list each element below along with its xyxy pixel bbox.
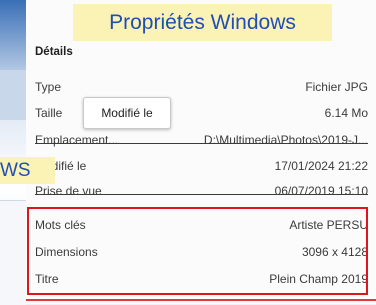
details-header: Détails [35, 46, 73, 58]
background-window-element [0, 70, 27, 120]
detail-value: D:\Multimedia\Photos\2019-J... [203, 133, 368, 147]
detail-value: 6.14 Mo [324, 106, 368, 120]
highlight-box [27, 207, 368, 295]
background-window-element [0, 200, 26, 305]
detail-value: Fichier JPG [305, 80, 368, 94]
bottom-edge-line [26, 299, 376, 301]
detail-label: Type [35, 80, 62, 94]
detail-label: Prise de vue [35, 184, 102, 198]
detail-row-location: Emplacement... D:\Multimedia\Photos\2019… [35, 133, 368, 153]
title-banner: Propriétés Windows [73, 4, 332, 41]
detail-label: Taille [35, 106, 63, 120]
detail-row-date-taken: Prise de vue 06/07/2019 15:10 [35, 184, 368, 204]
detail-label: Emplacement... [35, 133, 119, 147]
detail-row-modified: Modifié le 17/01/2024 21:22 [35, 159, 368, 179]
tooltip: Modifié le [83, 97, 171, 129]
detail-value: 06/07/2019 15:10 [274, 184, 368, 198]
detail-value: 17/01/2024 21:22 [274, 159, 368, 173]
side-banner: WS [0, 157, 55, 184]
